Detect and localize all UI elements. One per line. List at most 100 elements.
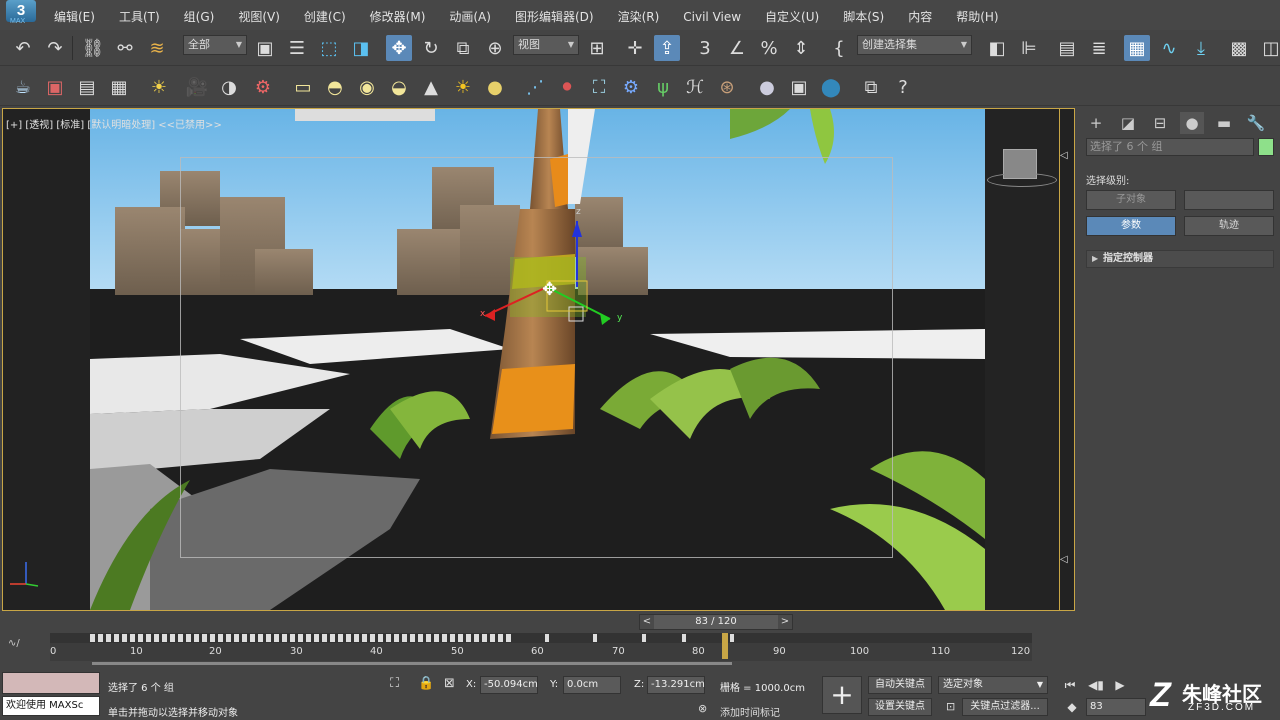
time-slider-prev-button[interactable]: <	[640, 615, 654, 629]
auto-key-button[interactable]: 自动关键点	[868, 676, 932, 694]
time-tag-icon[interactable]: ⊗	[698, 702, 707, 715]
percent-snap-icon[interactable]: %	[756, 35, 782, 61]
create-tab-icon[interactable]: +	[1084, 112, 1108, 134]
snaps-toggle-icon[interactable]: 3	[692, 35, 718, 61]
key-selection-dropdown[interactable]: 选定对象 ▼	[938, 676, 1048, 694]
select-scale-icon[interactable]: ⧉	[450, 35, 476, 61]
hair-fur-icon[interactable]: ℋ	[682, 74, 708, 100]
menu-edit[interactable]: 编辑(E)	[42, 9, 107, 25]
viewport-divider[interactable]	[1059, 109, 1060, 610]
menu-group[interactable]: 组(G)	[172, 9, 227, 25]
material-browser-icon[interactable]: ▣	[786, 74, 812, 100]
panel-collapse-arrow-icon[interactable]: ◁	[1060, 150, 1068, 161]
select-move-icon[interactable]: ✥	[386, 35, 412, 61]
render-setup-icon[interactable]: ◫	[1258, 35, 1280, 61]
x-coordinate-field[interactable]: -50.094cm	[480, 676, 538, 694]
schematic-view-icon[interactable]: ⤓	[1188, 35, 1214, 61]
cone-light-icon[interactable]: ▲	[418, 74, 444, 100]
key-filter-icon[interactable]: ⊡	[946, 700, 955, 713]
trackbar-keys[interactable]	[50, 633, 1032, 643]
link-icon[interactable]: ⛓	[80, 35, 106, 61]
displacement-icon[interactable]: ⋰	[522, 74, 548, 100]
angle-snap-icon[interactable]: ∠	[724, 35, 750, 61]
menu-customize[interactable]: 自定义(U)	[753, 9, 831, 25]
time-slider-next-button[interactable]: >	[778, 615, 792, 629]
teapot-icon[interactable]: ☕	[10, 74, 36, 100]
layer-manager-icon[interactable]: ≣	[1086, 35, 1112, 61]
unlink-icon[interactable]: ⚯	[112, 35, 138, 61]
named-selection-dropdown[interactable]: 创建选择集 ▼	[857, 35, 972, 55]
environment-icon[interactable]: ▦	[106, 74, 132, 100]
camera-icon[interactable]: 🎥	[184, 74, 210, 100]
display-tab-icon[interactable]: ▬	[1212, 112, 1236, 134]
menu-views[interactable]: 视图(V)	[226, 9, 292, 25]
panel-collapse-arrow-icon[interactable]: ◁	[1060, 554, 1068, 565]
render-setup-list-icon[interactable]: ▤	[74, 74, 100, 100]
key-filters-button[interactable]: 关键点过滤器...	[962, 698, 1048, 716]
parameters-button[interactable]: 参数	[1086, 216, 1176, 236]
ambient-occlusion-icon[interactable]: ◑	[216, 74, 242, 100]
add-time-tag[interactable]: 添加时间标记	[720, 704, 780, 719]
menu-modifiers[interactable]: 修改器(M)	[358, 9, 438, 25]
curve-editor-icon[interactable]: ∿	[1156, 35, 1182, 61]
maxscript-listener[interactable]	[2, 672, 100, 694]
spinner-snap-icon[interactable]: ⇕	[788, 35, 814, 61]
ies-light-icon[interactable]: ●	[482, 74, 508, 100]
menu-civil-view[interactable]: Civil View	[671, 9, 753, 25]
select-by-name-icon[interactable]: ☰	[284, 35, 310, 61]
viewcube-ring[interactable]	[987, 173, 1057, 187]
menu-content[interactable]: 内容	[896, 9, 944, 25]
fur-icon[interactable]: ⚫	[554, 74, 580, 100]
set-key-big-button[interactable]: +	[822, 676, 862, 714]
pivot-center-icon[interactable]: ⊞	[584, 35, 610, 61]
time-slider[interactable]: < 83 / 120 >	[639, 614, 793, 630]
dome-light-icon[interactable]: ◓	[322, 74, 348, 100]
help-icon[interactable]: ?	[890, 74, 916, 100]
go-to-start-icon[interactable]: ⏮	[1060, 676, 1080, 694]
isolate-selection-icon[interactable]: ⛶	[390, 676, 399, 691]
menu-graph-editors[interactable]: 图形编辑器(D)	[503, 9, 606, 25]
play-icon[interactable]: ▶	[1110, 676, 1130, 694]
proxy-icon[interactable]: ⛶	[586, 74, 612, 100]
z-coordinate-field[interactable]: -13.291cm	[647, 676, 705, 694]
previous-frame-icon[interactable]: ◀▮	[1086, 676, 1106, 694]
mirror-icon[interactable]: ◧	[984, 35, 1010, 61]
trajectories-button[interactable]: 轨迹	[1184, 216, 1274, 236]
utilities-tab-icon[interactable]: 🔧	[1244, 112, 1268, 134]
assign-controller-rollout[interactable]: ▶ 指定控制器	[1086, 250, 1274, 268]
object-color-swatch[interactable]	[1258, 138, 1274, 156]
set-key-button[interactable]: 设置关键点	[868, 698, 932, 716]
hierarchy-tab-icon[interactable]: ⊟	[1148, 112, 1172, 134]
render-frame-icon[interactable]: ▣	[42, 74, 68, 100]
modify-tab-icon[interactable]: ◪	[1116, 112, 1140, 134]
menu-help[interactable]: 帮助(H)	[944, 9, 1010, 25]
sphere-material-icon[interactable]: ●	[754, 74, 780, 100]
brush-icon[interactable]: ⊛	[714, 74, 740, 100]
select-manipulate-icon[interactable]: ✛	[622, 35, 648, 61]
lock-icon[interactable]: 🔒	[418, 676, 434, 691]
material-editor-icon[interactable]: ▩	[1226, 35, 1252, 61]
grass-icon[interactable]: ψ	[650, 74, 676, 100]
render-elements-icon[interactable]: ⚙	[250, 74, 276, 100]
menu-scripting[interactable]: 脚本(S)	[831, 9, 896, 25]
menu-tools[interactable]: 工具(T)	[107, 9, 172, 25]
absolute-mode-icon[interactable]: ⊠	[444, 676, 455, 691]
plane-light-icon[interactable]: ▭	[290, 74, 316, 100]
sub-object-button[interactable]: 子对象	[1086, 190, 1176, 210]
motion-tab-icon[interactable]: ●	[1180, 112, 1204, 134]
window-crossing-icon[interactable]: ◨	[348, 35, 374, 61]
ribbon-icon[interactable]: ▦	[1124, 35, 1150, 61]
y-coordinate-field[interactable]: 0.0cm	[563, 676, 621, 694]
select-rotate-icon[interactable]: ↻	[418, 35, 444, 61]
undo-icon[interactable]: ↶	[10, 35, 36, 61]
align-icon[interactable]: ⊫	[1016, 35, 1042, 61]
sub-object-dropdown[interactable]	[1184, 190, 1274, 210]
bind-space-warp-icon[interactable]: ≋	[144, 35, 170, 61]
curve-editor-toggle-icon[interactable]: ∿/	[8, 638, 20, 649]
menu-create[interactable]: 创建(C)	[292, 9, 358, 25]
sphere-light-icon[interactable]: ◉	[354, 74, 380, 100]
menu-rendering[interactable]: 渲染(R)	[606, 9, 672, 25]
scene-explorer-icon[interactable]: ▤	[1054, 35, 1080, 61]
current-frame-field[interactable]: 83	[1086, 698, 1146, 716]
rect-selection-icon[interactable]: ⬚	[316, 35, 342, 61]
